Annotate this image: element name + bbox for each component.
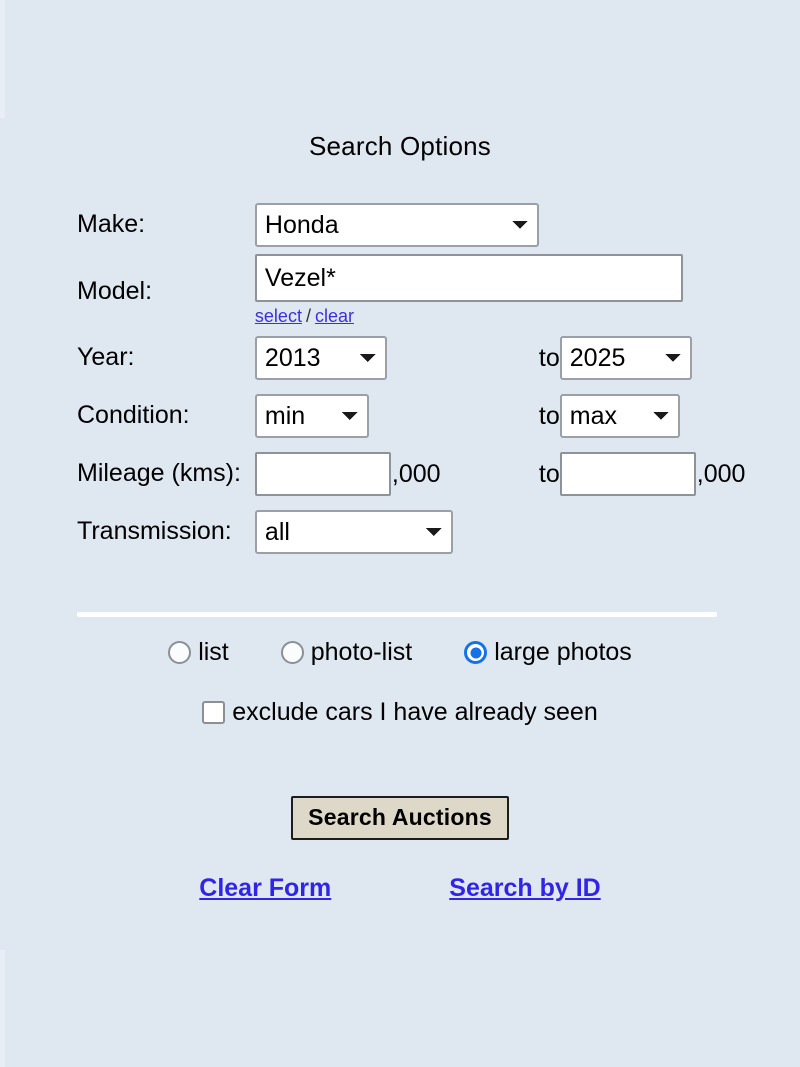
search-form: Make: Honda Model: select/clear [77,196,745,561]
clear-form-link[interactable]: Clear Form [199,874,331,903]
condition-from-cell: min [254,387,539,445]
model-links-separator: / [305,306,311,326]
radio-option-photo-list[interactable]: photo-list [280,638,413,667]
left-edge-strip-bottom [0,950,5,1067]
year-to-select[interactable]: 2025 [559,336,692,380]
mileage-to-cell: ,000 [559,445,746,503]
form-row-mileage: Mileage (kms): ,000 to ,000 [77,445,745,503]
view-mode-radio-group: list photo-list large photos [0,638,800,667]
condition-to-cell: max [559,387,746,445]
condition-min-select[interactable]: min [254,394,369,438]
checkbox-icon[interactable] [202,701,226,724]
left-edge-strip [0,0,5,118]
mileage-from-input[interactable] [254,452,391,496]
mileage-to-input[interactable] [559,452,696,496]
radio-circle-icon[interactable] [280,641,304,664]
make-spacer-cell-2 [560,196,746,254]
condition-max-select[interactable]: max [559,394,680,438]
form-row-make: Make: Honda [77,196,745,254]
year-from-cell: 2013 [254,329,539,387]
exclude-seen-checkbox-item[interactable]: exclude cars I have already seen [202,698,598,727]
radio-option-large-photos[interactable]: large photos [464,638,632,667]
condition-label: Condition: [77,401,190,430]
model-sub-links: select / clear [255,302,746,329]
model-stack: select/clear [254,254,746,329]
year-to-word: to [538,343,560,372]
mileage-label: Mileage (kms): [77,459,241,488]
form-row-transmission: Transmission: all [77,503,745,561]
radio-option-list[interactable]: list [168,638,229,667]
transmission-label: Transmission: [77,517,232,546]
year-from-select[interactable]: 2013 [254,336,387,380]
section-divider [77,612,717,617]
form-row-year: Year: 2013 to 2025 [77,329,745,387]
radio-circle-icon[interactable] [168,641,192,664]
mileage-to-suffix: ,000 [696,459,746,488]
make-label: Make: [77,210,146,239]
search-auctions-button[interactable]: Search Auctions [291,796,509,840]
mileage-from-cell: ,000 [254,445,539,503]
page-title: Search Options [308,131,491,161]
radio-label-photo-list: photo-list [310,638,413,666]
condition-to-word: to [538,401,560,430]
exclude-seen-row: exclude cars I have already seen [0,698,800,727]
mileage-to-word: to [538,459,560,488]
radio-circle-selected-icon[interactable] [464,641,488,664]
form-row-condition: Condition: min to max [77,387,745,445]
model-input[interactable] [254,254,683,302]
bottom-links-gap [331,874,449,903]
submit-row: Search Auctions [0,796,800,840]
model-clear-link[interactable]: clear [315,306,354,326]
exclude-seen-label: exclude cars I have already seen [232,698,598,726]
mileage-from-suffix: ,000 [391,459,441,488]
model-field-cell: select/clear [254,254,746,329]
year-to-cell: 2025 [559,329,746,387]
radio-label-list: list [198,638,229,666]
radio-label-large-photos: large photos [494,638,632,666]
model-label: Model: [77,276,153,305]
make-spacer-cell [539,196,560,254]
model-select-link[interactable]: select [255,306,302,326]
transmission-select[interactable]: all [254,510,453,554]
form-row-model: Model: select/clear [77,254,745,329]
search-by-id-link[interactable]: Search by ID [449,874,600,903]
transmission-field-cell: all [254,503,746,561]
search-options-page: Search Options Make: Honda Model: Vezel*… [0,0,800,1067]
make-field-cell: Honda [254,196,539,254]
make-select[interactable]: Honda [254,203,539,247]
bottom-links: Clear Form Search by ID [0,874,800,903]
year-label: Year: [77,343,135,372]
